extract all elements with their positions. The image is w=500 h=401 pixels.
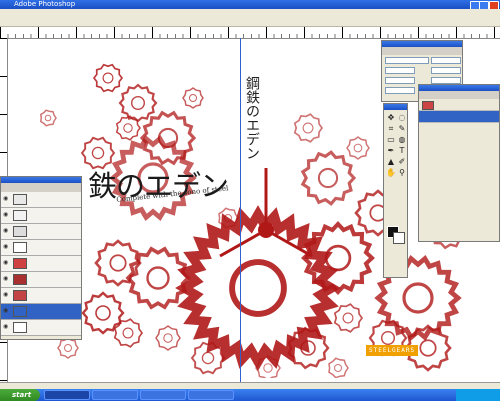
eye-icon[interactable]: ◉ bbox=[3, 196, 9, 202]
taskbar: start bbox=[0, 389, 500, 401]
scale-field[interactable] bbox=[385, 87, 415, 94]
history-palette-tabs[interactable] bbox=[419, 91, 499, 99]
eye-icon[interactable]: ◉ bbox=[3, 308, 9, 314]
gear-shape bbox=[92, 63, 124, 93]
layers-palette-tabs[interactable] bbox=[1, 183, 81, 192]
type-tool-icon[interactable]: T bbox=[397, 146, 407, 156]
snapshot-thumb bbox=[422, 101, 434, 110]
gear-shape bbox=[139, 110, 197, 166]
taskbar-item[interactable] bbox=[188, 390, 234, 400]
eyedropper-tool-icon[interactable]: ✐ bbox=[397, 157, 407, 167]
menu-bar bbox=[0, 9, 500, 18]
toolbox: ✥ ◌ ⌗ ✎ ▭ ◍ ✒ T ▲ ✐ ✋ ⚲ bbox=[383, 103, 408, 278]
canvas-title-vertical: 鋼鉄のエデン bbox=[244, 76, 260, 160]
horizontal-ruler bbox=[0, 27, 500, 39]
layer-thumbnail bbox=[13, 290, 27, 301]
options-bar bbox=[0, 18, 500, 27]
gear-shape bbox=[39, 109, 57, 127]
layer-thumbnail bbox=[13, 258, 27, 269]
character-palette-tabs[interactable] bbox=[382, 47, 462, 55]
layer-row[interactable]: ◉ bbox=[1, 272, 81, 288]
status-bar bbox=[0, 382, 500, 389]
eye-icon[interactable]: ◉ bbox=[3, 276, 9, 282]
vertical-guide[interactable] bbox=[240, 38, 241, 382]
window-title: Adobe Photoshop bbox=[14, 0, 76, 8]
history-state[interactable] bbox=[419, 111, 499, 123]
crop-tool-icon[interactable]: ⌗ bbox=[386, 124, 396, 134]
layer-thumbnail bbox=[13, 242, 27, 253]
layer-thumbnail bbox=[13, 226, 27, 237]
font-family-field[interactable] bbox=[385, 57, 429, 64]
gear-shape bbox=[346, 136, 370, 160]
eye-icon[interactable]: ◉ bbox=[3, 324, 9, 330]
history-snapshot[interactable] bbox=[419, 99, 499, 111]
logo-badge: STEELGEARS bbox=[366, 345, 419, 356]
leading-field[interactable] bbox=[431, 67, 461, 74]
layer-thumbnail bbox=[13, 322, 27, 333]
layer-row[interactable]: ◉ bbox=[1, 224, 81, 240]
lasso-tool-icon[interactable]: ◌ bbox=[397, 113, 407, 123]
hand-tool-icon[interactable]: ✋ bbox=[386, 168, 396, 178]
eye-icon[interactable]: ◉ bbox=[3, 292, 9, 298]
layer-thumbnail bbox=[13, 274, 27, 285]
layer-thumbnail bbox=[13, 306, 27, 317]
eye-icon[interactable]: ◉ bbox=[3, 228, 9, 234]
tracking-field[interactable] bbox=[431, 77, 461, 84]
system-tray bbox=[456, 389, 500, 401]
layer-row[interactable]: ◉ bbox=[1, 288, 81, 304]
layer-thumbnail bbox=[13, 194, 27, 205]
shape-tool-icon[interactable]: ▲ bbox=[386, 157, 396, 167]
layer-row[interactable]: ◉ bbox=[1, 240, 81, 256]
gear-shape bbox=[300, 150, 357, 206]
gear-shape bbox=[293, 113, 324, 143]
layers-palette: ◉ ◉ ◉ ◉ ◉ ◉ ◉ ◉ ◉ bbox=[0, 176, 82, 340]
kerning-field[interactable] bbox=[385, 77, 415, 84]
layer-row[interactable]: ◉ bbox=[1, 256, 81, 272]
gear-shape bbox=[118, 83, 158, 123]
layer-row[interactable]: ◉ bbox=[1, 320, 81, 336]
taskbar-item[interactable] bbox=[92, 390, 138, 400]
blur-tool-icon[interactable]: ◍ bbox=[397, 135, 407, 145]
layer-row[interactable]: ◉ bbox=[1, 304, 81, 320]
eye-icon[interactable]: ◉ bbox=[3, 260, 9, 266]
taskbar-item[interactable] bbox=[44, 390, 90, 400]
taskbar-item[interactable] bbox=[140, 390, 186, 400]
title-bar: Adobe Photoshop bbox=[0, 0, 500, 10]
font-style-field[interactable] bbox=[431, 57, 461, 64]
gear-shape bbox=[57, 337, 79, 359]
gear-shape bbox=[328, 357, 349, 378]
eye-icon[interactable]: ◉ bbox=[3, 212, 9, 218]
gear-shape bbox=[333, 303, 364, 333]
move-tool-icon[interactable]: ✥ bbox=[386, 113, 396, 123]
brush-tool-icon[interactable]: ✎ bbox=[397, 124, 407, 134]
eye-icon[interactable]: ◉ bbox=[3, 244, 9, 250]
layer-thumbnail bbox=[13, 210, 27, 221]
layer-list: ◉ ◉ ◉ ◉ ◉ ◉ ◉ ◉ ◉ bbox=[1, 192, 81, 336]
history-palette bbox=[418, 84, 500, 242]
layer-row[interactable]: ◉ bbox=[1, 208, 81, 224]
gear-shape bbox=[155, 325, 181, 351]
background-color-swatch[interactable] bbox=[393, 232, 405, 244]
gear-shape bbox=[182, 87, 204, 109]
font-size-field[interactable] bbox=[385, 67, 415, 74]
eraser-tool-icon[interactable]: ▭ bbox=[386, 135, 396, 145]
toolbox-titlebar[interactable] bbox=[384, 104, 407, 110]
layer-row[interactable]: ◉ bbox=[1, 192, 81, 208]
zoom-tool-icon[interactable]: ⚲ bbox=[397, 168, 407, 178]
start-button[interactable]: start bbox=[0, 389, 40, 401]
pen-tool-icon[interactable]: ✒ bbox=[386, 146, 396, 156]
